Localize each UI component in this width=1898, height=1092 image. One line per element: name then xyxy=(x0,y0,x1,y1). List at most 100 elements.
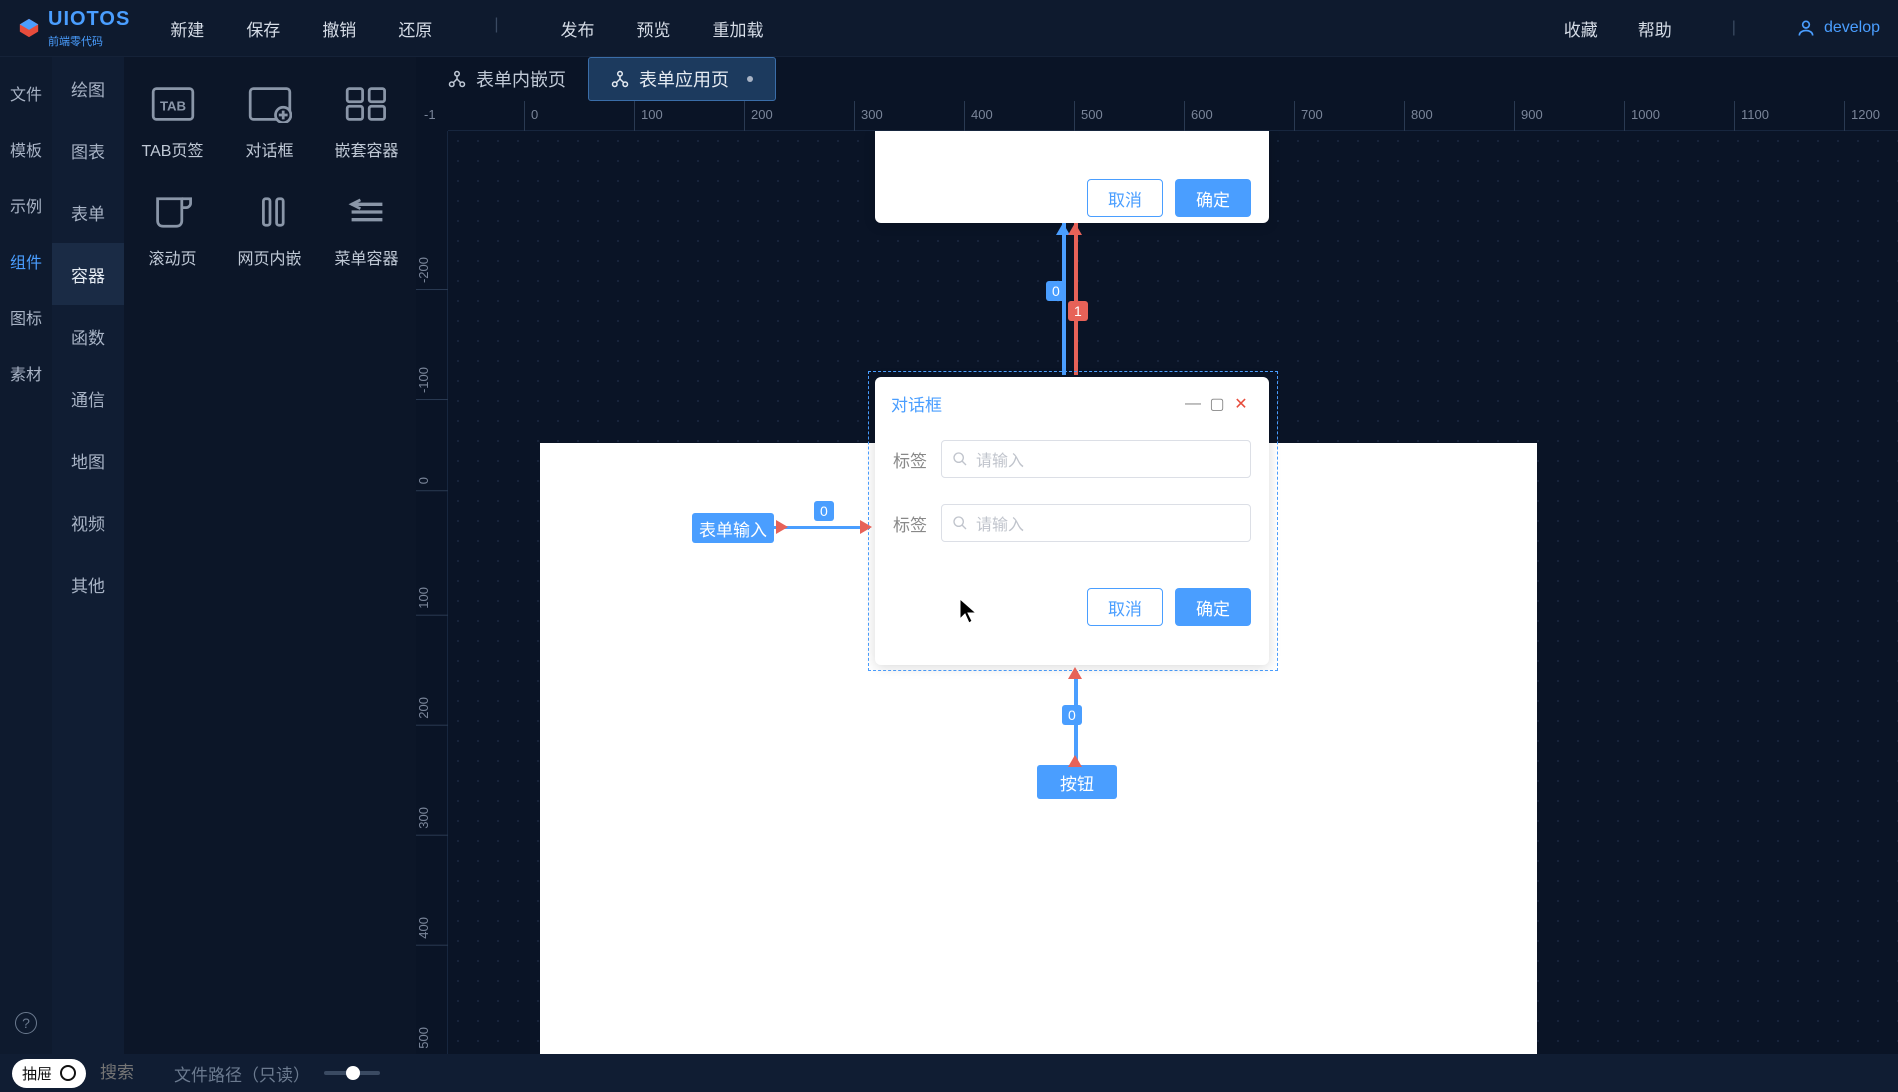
comp-tab[interactable]: TAB TAB页签 xyxy=(124,69,221,177)
cat-chart[interactable]: 图表 xyxy=(52,119,124,181)
cancel-button[interactable]: 取消 xyxy=(1087,588,1163,626)
ruler-horizontal: 0 100 200 300 400 500 600 700 800 900 10… xyxy=(448,101,1898,131)
menu-help[interactable]: 帮助 xyxy=(1638,16,1672,41)
slider-knob[interactable] xyxy=(346,1066,360,1080)
form-field: 标签 请输入 xyxy=(893,440,1251,478)
cat-map[interactable]: 地图 xyxy=(52,429,124,491)
logo-sub: 前端零代码 xyxy=(48,33,130,49)
rail-component[interactable]: 组件 xyxy=(10,249,42,273)
ok-button[interactable]: 确定 xyxy=(1175,179,1251,217)
tick-h: 800 xyxy=(1404,101,1433,131)
comp-label: 滚动页 xyxy=(148,245,196,269)
tick-h: 1100 xyxy=(1734,101,1769,131)
cat-draw[interactable]: 绘图 xyxy=(52,57,124,119)
hierarchy-icon xyxy=(448,70,466,88)
menu-separator: | xyxy=(1732,19,1736,37)
tab-icon: TAB xyxy=(151,85,195,123)
rail-material[interactable]: 素材 xyxy=(10,361,42,385)
comp-menu-container[interactable]: 菜单容器 xyxy=(318,177,415,285)
comp-nest[interactable]: 嵌套容器 xyxy=(318,69,415,177)
canvas[interactable]: 取消 确定 0 1 对话框 — ▢ ✕ xyxy=(448,131,1898,1054)
rail-template[interactable]: 模板 xyxy=(10,137,42,161)
comp-label: 嵌套容器 xyxy=(334,137,398,161)
scroll-icon xyxy=(151,193,195,231)
drawer-toggle[interactable]: 抽屉 xyxy=(12,1059,86,1088)
tick-v: -200 xyxy=(416,257,448,290)
cat-function[interactable]: 函数 xyxy=(52,305,124,367)
user-name: develop xyxy=(1824,19,1880,37)
text-input[interactable]: 请输入 xyxy=(941,504,1251,542)
zoom-slider[interactable] xyxy=(324,1071,380,1075)
cat-other[interactable]: 其他 xyxy=(52,553,124,615)
logo: UIOTOS 前端零代码 xyxy=(18,8,130,49)
node-button[interactable]: 按钮 xyxy=(1037,765,1117,799)
comp-scroll[interactable]: 滚动页 xyxy=(124,177,221,285)
menu-favorite[interactable]: 收藏 xyxy=(1564,16,1598,41)
comp-iframe[interactable]: 网页内嵌 xyxy=(221,177,318,285)
rail-example[interactable]: 示例 xyxy=(10,193,42,217)
tick-h: 500 xyxy=(1074,101,1103,131)
connection-badge[interactable]: 0 xyxy=(1062,705,1082,725)
placeholder: 请输入 xyxy=(976,447,1024,471)
rail-icon[interactable]: 图标 xyxy=(10,305,42,329)
node-form-input[interactable]: 表单输入 xyxy=(692,513,774,543)
ruler-corner: -1 xyxy=(424,107,436,122)
tick-h: 1200 xyxy=(1844,101,1880,131)
search-input[interactable] xyxy=(100,1063,160,1083)
menu-reload[interactable]: 重加载 xyxy=(712,16,763,41)
menu-undo[interactable]: 撤销 xyxy=(322,16,356,41)
help-icon[interactable]: ? xyxy=(15,1012,37,1034)
connection-line[interactable] xyxy=(1074,223,1078,375)
cancel-button[interactable]: 取消 xyxy=(1087,179,1163,217)
menu-save[interactable]: 保存 xyxy=(246,16,280,41)
tick-h: 100 xyxy=(634,101,663,131)
maximize-icon[interactable]: ▢ xyxy=(1205,394,1229,414)
cursor-icon xyxy=(960,599,978,623)
cat-video[interactable]: 视频 xyxy=(52,491,124,553)
arrow-right-icon xyxy=(860,520,872,534)
cat-container[interactable]: 容器 xyxy=(52,243,124,305)
menu-redo[interactable]: 还原 xyxy=(398,16,432,41)
cat-form[interactable]: 表单 xyxy=(52,181,124,243)
nest-icon xyxy=(345,85,389,123)
arrow-up-icon xyxy=(1068,755,1082,767)
placeholder: 请输入 xyxy=(976,511,1024,535)
iframe-icon xyxy=(248,193,292,231)
tick-h: 200 xyxy=(744,101,773,131)
tab-form-app[interactable]: 表单应用页 xyxy=(588,57,776,101)
ok-button[interactable]: 确定 xyxy=(1175,588,1251,626)
main-menu: 新建 保存 撤销 还原 | 发布 预览 重加载 xyxy=(170,16,1563,41)
tick-h: 600 xyxy=(1184,101,1213,131)
comp-label: 菜单容器 xyxy=(334,245,398,269)
comp-dialog[interactable]: 对话框 xyxy=(221,69,318,177)
comp-label: 网页内嵌 xyxy=(237,245,301,269)
cat-comm[interactable]: 通信 xyxy=(52,367,124,429)
user-icon xyxy=(1796,18,1816,38)
menu-preview[interactable]: 预览 xyxy=(636,16,670,41)
top-bar: UIOTOS 前端零代码 新建 保存 撤销 还原 | 发布 预览 重加载 收藏 … xyxy=(0,0,1898,57)
tick-v: 400 xyxy=(416,917,448,946)
dialog-main[interactable]: 对话框 — ▢ ✕ 标签 请输入 标签 xyxy=(875,377,1269,665)
minimize-icon[interactable]: — xyxy=(1181,395,1205,413)
rail-file[interactable]: 文件 xyxy=(10,81,42,105)
tick-h: 900 xyxy=(1514,101,1543,131)
close-icon[interactable]: ✕ xyxy=(1229,394,1253,414)
form-field: 标签 请输入 xyxy=(893,504,1251,542)
menu-new[interactable]: 新建 xyxy=(170,16,204,41)
menu-publish[interactable]: 发布 xyxy=(560,16,594,41)
ruler-vertical: -200 -100 0 100 200 300 400 500 xyxy=(416,131,448,1054)
text-input[interactable]: 请输入 xyxy=(941,440,1251,478)
connection-badge[interactable]: 0 xyxy=(1046,281,1066,301)
tick-v: 100 xyxy=(416,587,448,616)
page-tabs: 表单内嵌页 表单应用页 xyxy=(416,57,1898,101)
connection-badge[interactable]: 1 xyxy=(1068,301,1088,321)
connection-badge[interactable]: 0 xyxy=(814,501,834,521)
toggle-knob xyxy=(60,1065,76,1081)
connection-line[interactable] xyxy=(774,526,870,529)
dialog-top-preview[interactable]: 取消 确定 xyxy=(875,131,1269,223)
dialog-title: 对话框 xyxy=(891,391,1181,416)
tick-h: 700 xyxy=(1294,101,1323,131)
hierarchy-icon xyxy=(611,70,629,88)
user-menu[interactable]: develop xyxy=(1796,18,1880,38)
tab-form-inner[interactable]: 表单内嵌页 xyxy=(426,57,588,101)
